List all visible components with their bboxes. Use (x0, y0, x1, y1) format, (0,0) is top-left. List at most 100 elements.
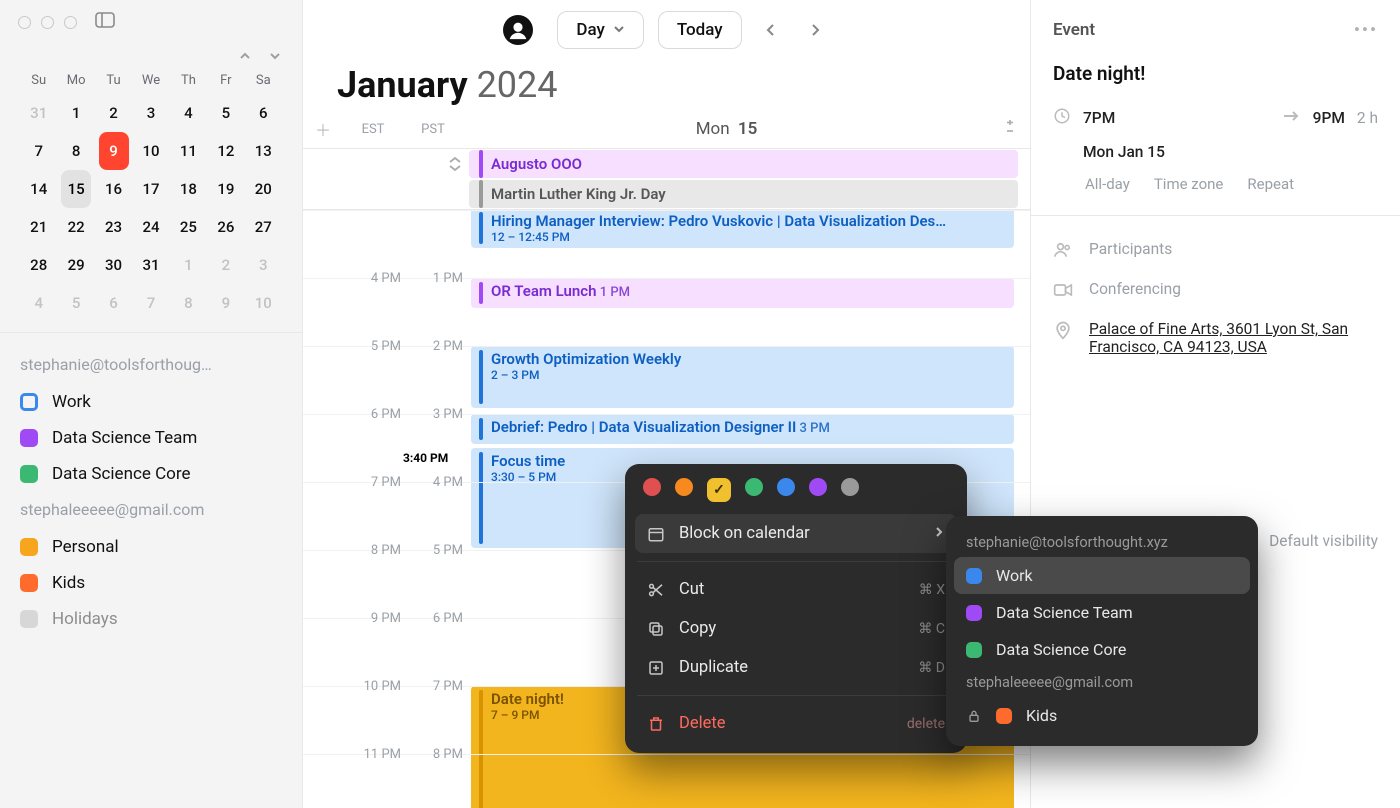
mini-cal-day[interactable]: 25 (170, 208, 207, 246)
mini-cal-day[interactable]: 9 (207, 284, 244, 322)
hour-row[interactable]: 11 PM8 PM (303, 754, 1030, 808)
menu-delete[interactable]: Delete delete (635, 704, 957, 743)
event-title[interactable]: Date night! (1053, 62, 1378, 85)
chevron-down-icon[interactable] (268, 48, 282, 67)
calendar-item[interactable]: Personal (20, 529, 292, 565)
today-button[interactable]: Today (658, 11, 742, 49)
dow-cell: We (132, 73, 169, 88)
mini-cal-day[interactable]: 2 (207, 246, 244, 284)
zoom-control-icon[interactable] (990, 119, 1030, 139)
location-field[interactable]: Palace of Fine Arts, 3601 Lyon St, San F… (1089, 320, 1378, 356)
mini-cal-day[interactable]: 3 (132, 94, 169, 132)
color-swatch[interactable] (841, 478, 859, 496)
mini-cal-day[interactable]: 3 (245, 246, 282, 284)
more-icon[interactable]: ••• (1354, 20, 1378, 40)
next-day-button[interactable] (800, 15, 830, 45)
submenu-calendar-item[interactable]: Kids (954, 697, 1250, 734)
add-event-icon[interactable]: ＋ (303, 117, 343, 141)
mini-cal-day[interactable]: 19 (207, 170, 244, 208)
mini-cal-day[interactable]: 14 (20, 170, 57, 208)
submenu-calendar-item[interactable]: Data Science Core (954, 631, 1250, 668)
mini-cal-day[interactable]: 11 (170, 132, 207, 170)
mini-cal-day[interactable]: 6 (245, 94, 282, 132)
mini-cal-day[interactable]: 18 (170, 170, 207, 208)
avatar[interactable] (503, 15, 533, 45)
mini-cal-day[interactable]: 31 (20, 94, 57, 132)
view-selector[interactable]: Day (557, 11, 643, 49)
minimize-icon[interactable] (41, 16, 54, 29)
color-swatch[interactable] (675, 478, 693, 496)
mini-cal-day[interactable]: 9 (95, 132, 132, 170)
mini-cal-day[interactable]: 28 (20, 246, 57, 284)
mini-cal-day[interactable]: 10 (245, 284, 282, 322)
start-time[interactable]: 7PM (1083, 109, 1115, 127)
mini-cal-day[interactable]: 20 (245, 170, 282, 208)
mini-cal-day[interactable]: 7 (20, 132, 57, 170)
mini-cal-day[interactable]: 5 (57, 284, 94, 322)
mini-cal-day[interactable]: 26 (207, 208, 244, 246)
calendar-item[interactable]: Data Science Team (20, 420, 292, 456)
mini-cal-day[interactable]: 7 (132, 284, 169, 322)
calendar-item[interactable]: Work (20, 384, 292, 420)
allday-event[interactable]: Augusto OOO (469, 150, 1018, 178)
mini-cal-day[interactable]: 10 (132, 132, 169, 170)
mini-cal-day[interactable]: 21 (20, 208, 57, 246)
chevron-up-icon[interactable] (238, 48, 252, 67)
mini-cal-day[interactable]: 12 (207, 132, 244, 170)
hour-row[interactable] (303, 210, 1030, 279)
menu-block-on-calendar[interactable]: Block on calendar (635, 514, 957, 553)
allday-event[interactable]: Martin Luther King Jr. Day (469, 180, 1018, 208)
mini-cal-day[interactable]: 29 (57, 246, 94, 284)
mini-cal-day[interactable]: 8 (170, 284, 207, 322)
mini-cal-day[interactable]: 27 (245, 208, 282, 246)
color-swatch[interactable] (777, 478, 795, 496)
mini-cal-day[interactable]: 8 (57, 132, 94, 170)
color-swatch[interactable] (745, 478, 763, 496)
visibility-field[interactable]: Default visibility (1269, 532, 1378, 550)
sidebar-toggle-icon[interactable] (95, 12, 115, 32)
mini-cal-day[interactable]: 4 (170, 94, 207, 132)
close-icon[interactable] (18, 16, 31, 29)
prev-day-button[interactable] (756, 15, 786, 45)
color-swatch[interactable] (809, 478, 827, 496)
mini-cal-day[interactable]: 17 (132, 170, 169, 208)
conferencing-field[interactable]: Conferencing (1089, 280, 1181, 298)
end-time[interactable]: 9PM (1313, 109, 1345, 127)
submenu-calendar-item[interactable]: Work (954, 557, 1250, 594)
mini-cal-day[interactable]: 23 (95, 208, 132, 246)
allday-collapse-icon[interactable] (303, 149, 469, 179)
calendar-item[interactable]: Data Science Core (20, 456, 292, 492)
menu-cut[interactable]: Cut ⌘ X (635, 570, 957, 609)
mini-calendar-grid[interactable]: 3112345678910111213141516171819202122232… (20, 94, 282, 322)
mini-cal-day[interactable]: 24 (132, 208, 169, 246)
time-option[interactable]: All-day (1085, 175, 1130, 193)
mini-cal-day[interactable]: 1 (57, 94, 94, 132)
mini-cal-day[interactable]: 2 (95, 94, 132, 132)
color-swatch[interactable] (643, 478, 661, 496)
mini-cal-day[interactable]: 6 (95, 284, 132, 322)
calendar-item[interactable]: Holidays (20, 601, 292, 637)
menu-copy[interactable]: Copy ⌘ C (635, 609, 957, 648)
event-date[interactable]: Mon Jan 15 (1083, 143, 1165, 161)
mini-cal-day[interactable]: 1 (170, 246, 207, 284)
mini-cal-day[interactable]: 5 (207, 94, 244, 132)
calendar-item[interactable]: Kids (20, 565, 292, 601)
hour-row[interactable]: 4 PM1 PM (303, 278, 1030, 347)
time-option[interactable]: Time zone (1154, 175, 1224, 193)
submenu-calendar-item[interactable]: Data Science Team (954, 594, 1250, 631)
menu-duplicate[interactable]: Duplicate ⌘ D (635, 648, 957, 687)
color-swatch[interactable] (707, 478, 731, 502)
mini-cal-day[interactable]: 30 (95, 246, 132, 284)
mini-cal-day[interactable]: 16 (95, 170, 132, 208)
account-header[interactable]: stephanie@toolsforthoug… (20, 355, 292, 374)
hour-row[interactable]: 5 PM2 PM (303, 346, 1030, 415)
zoom-icon[interactable] (64, 16, 77, 29)
mini-cal-day[interactable]: 4 (20, 284, 57, 322)
account-header[interactable]: stephaleeeee@gmail.com (20, 500, 292, 519)
time-option[interactable]: Repeat (1247, 175, 1294, 193)
participants-field[interactable]: Participants (1089, 240, 1172, 258)
mini-cal-day[interactable]: 22 (57, 208, 94, 246)
mini-cal-day[interactable]: 31 (132, 246, 169, 284)
mini-cal-day[interactable]: 13 (245, 132, 282, 170)
mini-cal-day[interactable]: 15 (57, 170, 94, 208)
